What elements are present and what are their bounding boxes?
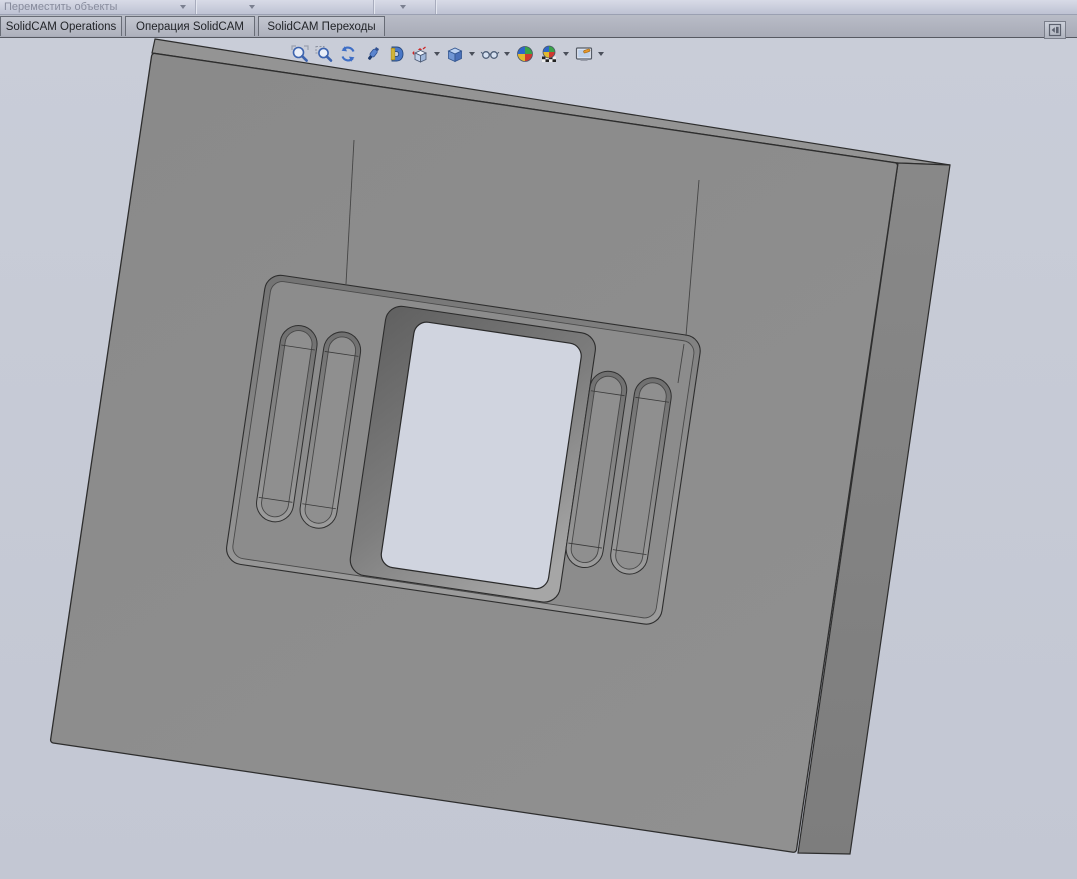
separator bbox=[373, 0, 374, 14]
hide-show-items-icon[interactable] bbox=[479, 44, 500, 65]
separator bbox=[195, 0, 196, 14]
tab-solidcam-operations[interactable]: SolidCAM Operations bbox=[0, 16, 122, 36]
separator bbox=[435, 0, 436, 14]
heads-up-view-toolbar bbox=[289, 42, 605, 66]
chevron-down-icon[interactable] bbox=[180, 5, 186, 9]
view-settings-icon[interactable] bbox=[573, 44, 594, 65]
chevron-down-icon[interactable] bbox=[563, 52, 569, 56]
tab-solidcam-transitions[interactable]: SolidCAM Переходы bbox=[258, 16, 385, 36]
edit-appearance-icon[interactable] bbox=[514, 44, 535, 65]
previous-view-icon[interactable] bbox=[337, 44, 358, 65]
3d-viewport[interactable] bbox=[0, 37, 1077, 879]
chevron-down-icon[interactable] bbox=[504, 52, 510, 56]
chevron-down-icon[interactable] bbox=[249, 5, 255, 9]
zoom-to-area-icon[interactable] bbox=[313, 44, 334, 65]
apply-scene-icon[interactable] bbox=[538, 44, 559, 65]
collapse-panel-icon bbox=[1048, 23, 1062, 37]
view-orientation-icon[interactable] bbox=[409, 44, 430, 65]
collapse-panel-button[interactable] bbox=[1044, 21, 1066, 39]
zoom-to-fit-icon[interactable] bbox=[289, 44, 310, 65]
chevron-down-icon[interactable] bbox=[598, 52, 604, 56]
solidcam-window: Переместить объекты SolidCAM Operations … bbox=[0, 0, 1077, 879]
tab-solidcam-operation[interactable]: Операция SolidCAM bbox=[125, 16, 255, 36]
command-manager-tabbar: SolidCAM Operations Операция SolidCAM So… bbox=[0, 15, 1077, 38]
through-hole[interactable] bbox=[380, 320, 583, 590]
magnet-icon[interactable] bbox=[385, 44, 406, 65]
command-combo-row: Переместить объекты bbox=[0, 0, 1077, 15]
chevron-down-icon[interactable] bbox=[469, 52, 475, 56]
move-objects-combo[interactable]: Переместить объекты bbox=[4, 1, 117, 13]
chevron-down-icon[interactable] bbox=[400, 5, 406, 9]
display-style-icon[interactable] bbox=[444, 44, 465, 65]
chevron-down-icon[interactable] bbox=[434, 52, 440, 56]
section-view-icon[interactable] bbox=[361, 44, 382, 65]
